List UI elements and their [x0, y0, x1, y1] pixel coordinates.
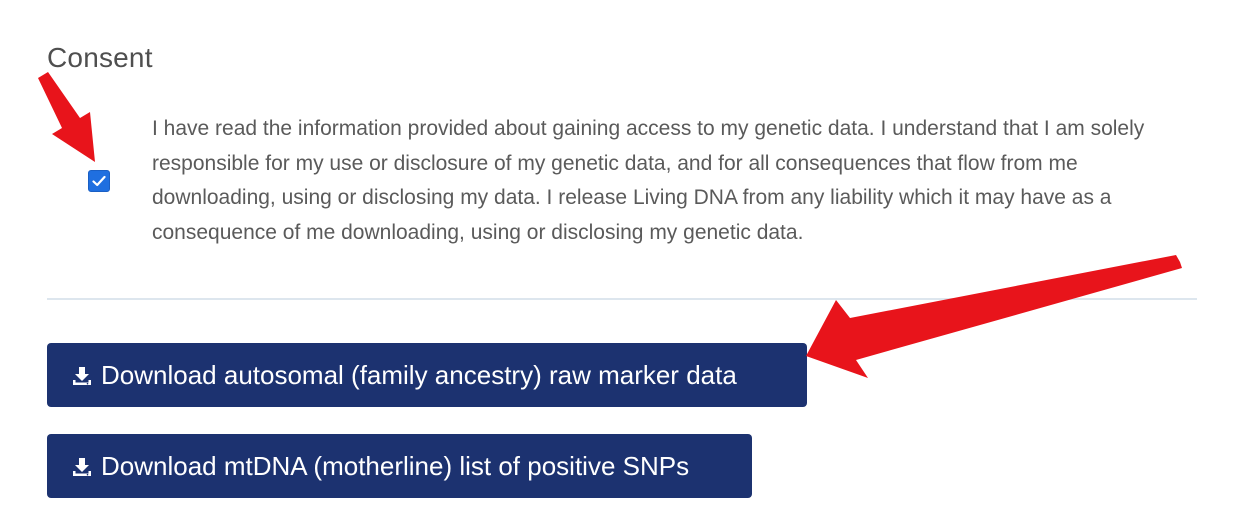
consent-text: I have read the information provided abo…	[152, 117, 1145, 244]
download-autosomal-label: Download autosomal (family ancestry) raw…	[101, 359, 737, 390]
consent-page: Consent I have read the information prov…	[0, 0, 1234, 530]
section-title: Consent	[47, 42, 153, 73]
download-mtdna-label: Download mtDNA (motherline) list of posi…	[101, 450, 690, 481]
consent-checkbox[interactable]	[88, 170, 110, 192]
annotation-arrow-checkbox	[38, 72, 95, 162]
checkmark-icon	[92, 175, 106, 187]
download-mtdna-button[interactable]: Download mtDNA (motherline) list of posi…	[47, 434, 752, 498]
download-autosomal-button[interactable]: Download autosomal (family ancestry) raw…	[47, 343, 807, 407]
annotation-arrow-download	[806, 255, 1182, 378]
divider	[47, 298, 1197, 300]
download-icon	[71, 456, 93, 478]
download-icon	[71, 365, 93, 387]
